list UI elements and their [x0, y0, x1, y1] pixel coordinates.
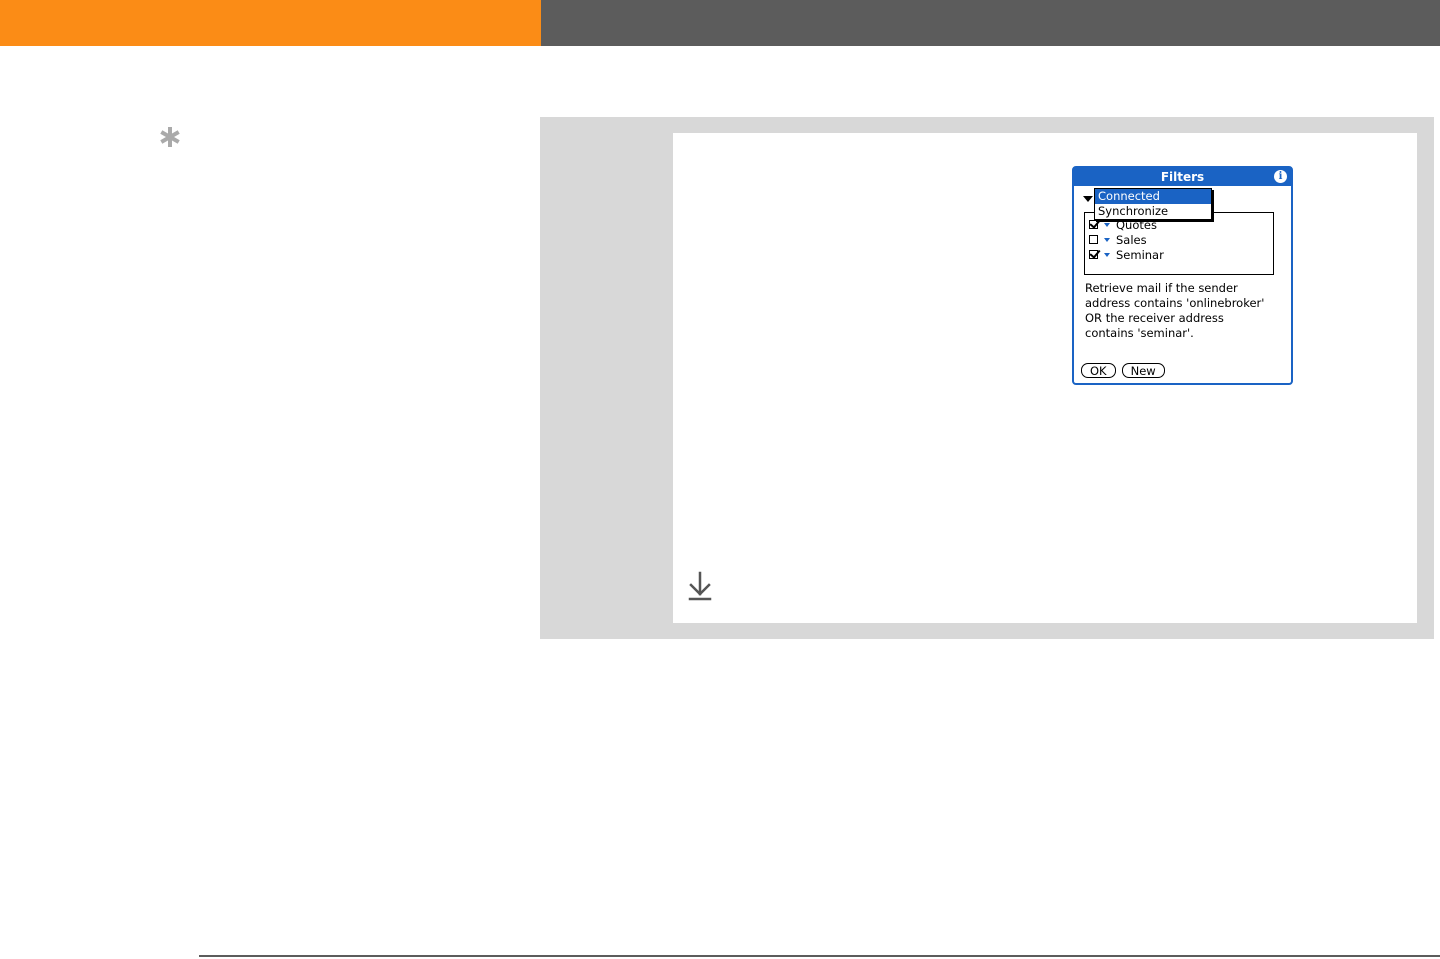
filters-dialog: Filters i Quotes Sales Seminar Connected	[1072, 166, 1293, 385]
triangle-down-icon[interactable]	[1104, 252, 1110, 257]
header-bar	[541, 0, 1440, 46]
filter-name: Sales	[1116, 232, 1147, 247]
description-line: address contains 'onlinebroker'	[1085, 296, 1265, 310]
filter-row-seminar[interactable]: Seminar	[1089, 247, 1164, 262]
sync-mode-popup-list: Connected Synchronize	[1094, 188, 1212, 220]
popup-item-connected[interactable]: Connected	[1095, 189, 1211, 204]
new-button[interactable]: New	[1121, 363, 1165, 378]
asterisk-icon	[160, 127, 180, 147]
header-accent-bar	[0, 0, 541, 46]
popup-trigger-arrow-icon[interactable]	[1083, 196, 1093, 202]
filter-checkbox[interactable]	[1089, 220, 1098, 229]
arrow-down-to-line-icon[interactable]	[688, 570, 712, 602]
triangle-down-icon[interactable]	[1104, 222, 1110, 227]
filter-list: Quotes Sales Seminar	[1084, 212, 1274, 275]
filter-checkbox[interactable]	[1089, 250, 1098, 259]
footer-rule	[199, 955, 1440, 957]
description-line: contains 'seminar'.	[1085, 326, 1194, 340]
description-line: Retrieve mail if the sender	[1085, 281, 1238, 295]
filter-checkbox[interactable]	[1089, 235, 1098, 244]
filter-description: Retrieve mail if the sender address cont…	[1085, 281, 1285, 341]
filter-name: Seminar	[1116, 247, 1164, 262]
dialog-button-row: OK New	[1081, 363, 1165, 378]
dialog-title: Filters	[1074, 168, 1291, 186]
ok-button[interactable]: OK	[1081, 363, 1116, 378]
step-content	[673, 133, 1417, 623]
filter-row-sales[interactable]: Sales	[1089, 232, 1147, 247]
triangle-down-icon[interactable]	[1104, 237, 1110, 242]
manual-page: Filters i Quotes Sales Seminar Connected	[0, 0, 1440, 959]
popup-item-synchronize[interactable]: Synchronize	[1095, 204, 1211, 219]
description-line: OR the receiver address	[1085, 311, 1224, 325]
info-icon[interactable]: i	[1274, 170, 1287, 183]
